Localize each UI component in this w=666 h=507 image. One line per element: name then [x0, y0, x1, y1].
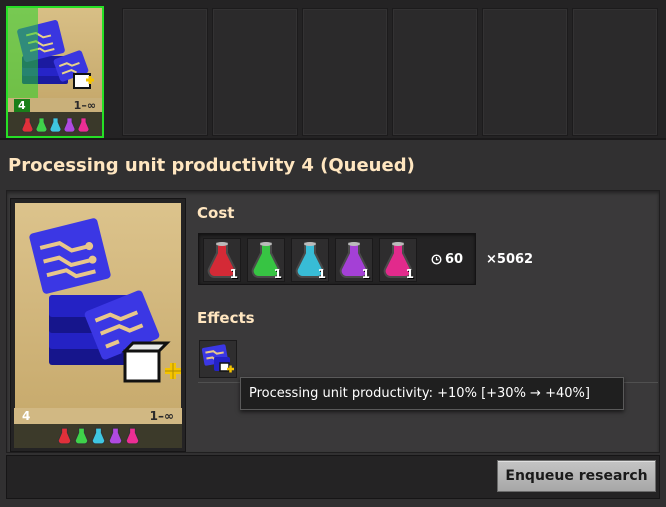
technology-level-bar: 4 1–∞	[14, 408, 182, 424]
cost-count: 1	[405, 267, 414, 281]
queued-level-bar: 4 1–∞	[8, 98, 102, 112]
cost-count: 1	[229, 267, 238, 281]
cost-item-automation[interactable]: 1	[203, 238, 241, 282]
utility-science-pack-icon	[125, 427, 139, 445]
enqueue-research-button[interactable]: Enqueue research	[497, 460, 656, 492]
automation-science-pack-icon	[21, 117, 33, 133]
queued-research-card[interactable]: 4 1–∞	[6, 6, 104, 138]
cost-item-chemical[interactable]: 1	[291, 238, 329, 282]
research-queue: 4 1–∞	[0, 0, 666, 140]
cost-box: 1 1 1 1 1 60	[198, 233, 476, 285]
queue-slot-empty[interactable]	[392, 8, 478, 136]
automation-science-pack-icon	[57, 427, 71, 445]
cost-count: 1	[317, 267, 326, 281]
utility-science-pack-icon	[77, 117, 89, 133]
clock-icon	[431, 254, 442, 265]
technology-level-range: 1–∞	[149, 409, 174, 423]
technology-science-packs	[14, 424, 182, 448]
cost-item-production[interactable]: 1	[335, 238, 373, 282]
cost-item-utility[interactable]: 1	[379, 238, 417, 282]
research-time-value: 60	[445, 252, 464, 267]
queued-level-range: 1–∞	[73, 98, 96, 112]
cost-heading: Cost	[197, 204, 235, 222]
cost-count: 1	[361, 267, 370, 281]
production-science-pack-icon	[108, 427, 122, 445]
effect-processing-unit-productivity[interactable]	[199, 340, 237, 378]
technology-art	[15, 203, 181, 409]
effects-heading: Effects	[197, 309, 255, 327]
cost-count: 1	[273, 267, 282, 281]
productivity-effect-icon	[201, 344, 234, 373]
queue-slot-empty[interactable]	[482, 8, 568, 136]
queued-science-packs	[8, 112, 102, 138]
processing-unit-productivity-icon	[29, 218, 181, 383]
queue-slot-empty[interactable]	[302, 8, 388, 136]
logistic-science-pack-icon	[35, 117, 47, 133]
queued-level: 4	[14, 98, 30, 112]
logistic-science-pack-icon	[74, 427, 88, 445]
research-time: 60	[431, 252, 463, 267]
chemical-science-pack-icon	[91, 427, 105, 445]
effect-tooltip: Processing unit productivity: +10% [+30%…	[240, 377, 624, 410]
queue-slot-empty[interactable]	[122, 8, 208, 136]
queue-slot-empty[interactable]	[572, 8, 658, 136]
cost-item-logistic[interactable]: 1	[247, 238, 285, 282]
production-science-pack-icon	[63, 117, 75, 133]
technology-level: 4	[22, 409, 31, 423]
research-count-multiplier: ×5062	[486, 252, 534, 267]
queue-slot-empty[interactable]	[212, 8, 298, 136]
page-title: Processing unit productivity 4 (Queued)	[8, 155, 415, 176]
chemical-science-pack-icon	[49, 117, 61, 133]
